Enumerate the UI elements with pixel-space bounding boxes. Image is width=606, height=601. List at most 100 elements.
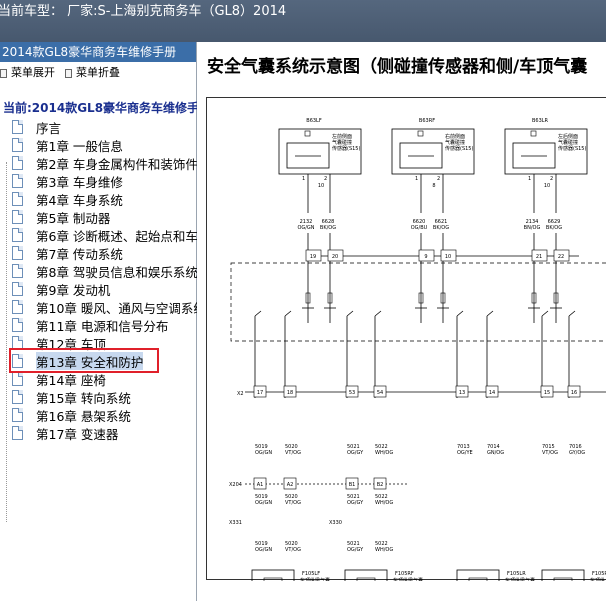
sensor-inner-box xyxy=(286,142,330,169)
wire-color: WH/OG xyxy=(375,547,393,553)
sensor-symbol xyxy=(530,130,537,137)
sensor-description: 传感器(S15) xyxy=(332,145,360,152)
connector-pin-label: 15 xyxy=(544,390,550,396)
collapse-menu-button[interactable]: 菜单折叠 xyxy=(65,62,120,84)
airbag-description: 车顶纵 xyxy=(590,577,605,581)
tree-item[interactable]: 第11章 电源和信号分布 xyxy=(12,316,197,334)
tree-item[interactable]: 第9章 发动机 xyxy=(12,280,197,298)
wire-color: OG/GY xyxy=(347,500,364,506)
pin-label: 2 xyxy=(324,176,327,182)
connector-pin-label: 10 xyxy=(445,254,451,260)
tree-item[interactable]: 第1章 一般信息 xyxy=(12,136,197,154)
wire-color: WH/OG xyxy=(375,500,393,506)
pin-label: 2 xyxy=(437,176,440,182)
tree-item[interactable]: 第8章 驾驶员信息和娱乐系统 xyxy=(12,262,197,280)
airbag-squib xyxy=(468,577,488,581)
document-icon xyxy=(12,390,23,404)
expand-menu-button[interactable]: 菜单展开 xyxy=(0,62,55,84)
connector-pin-label: 22 xyxy=(558,254,564,260)
wire-color: VT/OG xyxy=(542,450,558,456)
wire-color: OG/BU xyxy=(411,225,428,231)
tree-item-label: 第6章 诊断概述、起始点和车辆诊断 xyxy=(36,228,197,244)
page-title: 安全气囊系统示意图（侧碰撞传感器和侧/车顶气囊 xyxy=(207,57,588,77)
tree-item[interactable]: 第16章 悬架系统 xyxy=(12,406,197,424)
collapse-menu-label: 菜单折叠 xyxy=(76,66,120,79)
switch-contact xyxy=(486,310,494,317)
connector-pin-label: B1 xyxy=(349,482,356,488)
switch-contact xyxy=(346,310,354,317)
connector-pin-label: 20 xyxy=(332,254,338,260)
connector-pin-label: A2 xyxy=(287,482,294,488)
document-icon xyxy=(12,210,23,224)
wire-color: VT/OG xyxy=(285,500,301,506)
document-icon xyxy=(12,318,23,332)
wire-color: OG/GN xyxy=(255,547,272,553)
wiring-diagram: B63LF 左前侧面 气囊碰撞 传感器(S15) B63RF 右前侧面 气囊碰撞 传感器(S1… xyxy=(206,97,606,581)
airbag-module xyxy=(344,569,388,581)
connector-label: X2 xyxy=(237,391,244,397)
sensor-id-label: B63LR xyxy=(532,118,549,124)
airbag-description: 车顶纵梁气囊 xyxy=(505,577,535,581)
airbag-module xyxy=(251,569,295,581)
pin-label: 1 xyxy=(415,176,418,182)
tree-toolbar: 菜单展开 菜单折叠 xyxy=(0,62,196,84)
wire-color: VT/OG xyxy=(285,547,301,553)
switch-contact xyxy=(284,310,292,317)
tree-item-label: 第11章 电源和信号分布 xyxy=(36,318,169,334)
tree-item[interactable]: 第6章 诊断概述、起始点和车辆诊断 xyxy=(12,226,197,244)
connector-pin-label: 13 xyxy=(459,390,465,396)
tree-item[interactable]: 第10章 暖风、通风与空调系统 xyxy=(12,298,197,316)
document-icon xyxy=(12,120,23,134)
tree-item[interactable]: 序言 xyxy=(12,118,197,136)
airbag-id-label: F105RF xyxy=(395,571,414,577)
sensor-description: 气囊碰撞 xyxy=(558,139,578,146)
airbag-description: 车顶纵梁气囊 xyxy=(300,577,330,581)
connector-label: X330 xyxy=(329,520,342,526)
connector-pin-label: 54 xyxy=(377,390,383,396)
tree-item[interactable]: 第3章 车身维修 xyxy=(12,172,197,190)
document-icon xyxy=(12,174,23,188)
pin-label: 1 xyxy=(528,176,531,182)
connector-pin-label: 17 xyxy=(257,390,263,396)
document-icon xyxy=(12,426,23,440)
tree-item[interactable]: 第4章 车身系统 xyxy=(12,190,197,208)
sensor-description: 气囊碰撞 xyxy=(445,139,465,146)
wire-color: OG/GN xyxy=(255,450,272,456)
pin-label: 1 xyxy=(302,176,305,182)
tree-item[interactable]: 第7章 传动系统 xyxy=(12,244,197,262)
tree-item-label: 第7章 传动系统 xyxy=(36,246,123,262)
airbag-module xyxy=(456,569,500,581)
tree-item[interactable]: 第15章 转向系统 xyxy=(12,388,197,406)
connector-pin-label: B2 xyxy=(377,482,384,488)
sensor-inner-box xyxy=(399,142,443,169)
tree-item[interactable]: 第17章 变速器 xyxy=(12,424,197,442)
wiring-diagram-svg: B63LF 左前侧面气囊碰撞传感器(S15) B63RF 右前侧面气囊碰撞传感器(S1… xyxy=(229,118,606,581)
airbag-id-label: F105LF xyxy=(302,571,320,577)
sensor-description: 左后侧面 xyxy=(558,133,578,140)
wire-color: GY/OG xyxy=(569,450,585,456)
sensor-id-label: B63RF xyxy=(419,118,435,124)
tree-root[interactable]: 当前:2014款GL8豪华商务车维修手册 xyxy=(0,98,197,116)
sensor-description: 右前侧面 xyxy=(445,133,465,140)
wire-color: OG/GY xyxy=(347,547,364,553)
tree-item-label: 第16章 悬架系统 xyxy=(36,408,131,424)
sensor-description: 左前侧面 xyxy=(332,133,352,140)
content-pane: 安全气囊系统示意图（侧碰撞传感器和侧/车顶气囊 B63LF 左前侧面 气囊碰撞 传感器… xyxy=(199,42,606,601)
tree-item-label: 第9章 发动机 xyxy=(36,282,111,298)
expand-icon xyxy=(0,68,7,78)
document-icon xyxy=(12,282,23,296)
tree-item-label: 第2章 车身金属构件和装饰件 xyxy=(36,156,197,172)
sensor-description: 传感器(S15) xyxy=(558,145,586,152)
navigation-panel: 2014款GL8豪华商务车维修手册 菜单展开 菜单折叠 当前:2014款GL8豪… xyxy=(0,42,197,601)
connector-label: X204 xyxy=(229,482,242,488)
document-icon xyxy=(12,408,23,422)
sensor-symbol xyxy=(417,130,424,137)
airbag-squib xyxy=(553,577,573,581)
tree-item[interactable]: 第5章 制动器 xyxy=(12,208,197,226)
airbag-description: 车顶纵梁气囊 xyxy=(393,577,423,581)
wire-color: OG/GN xyxy=(255,500,272,506)
document-icon xyxy=(12,372,23,386)
tree-item[interactable]: 第2章 车身金属构件和装饰件 xyxy=(12,154,197,172)
tree-item-label: 第10章 暖风、通风与空调系统 xyxy=(36,300,197,316)
tree-item-label: 第8章 驾驶员信息和娱乐系统 xyxy=(36,264,197,280)
